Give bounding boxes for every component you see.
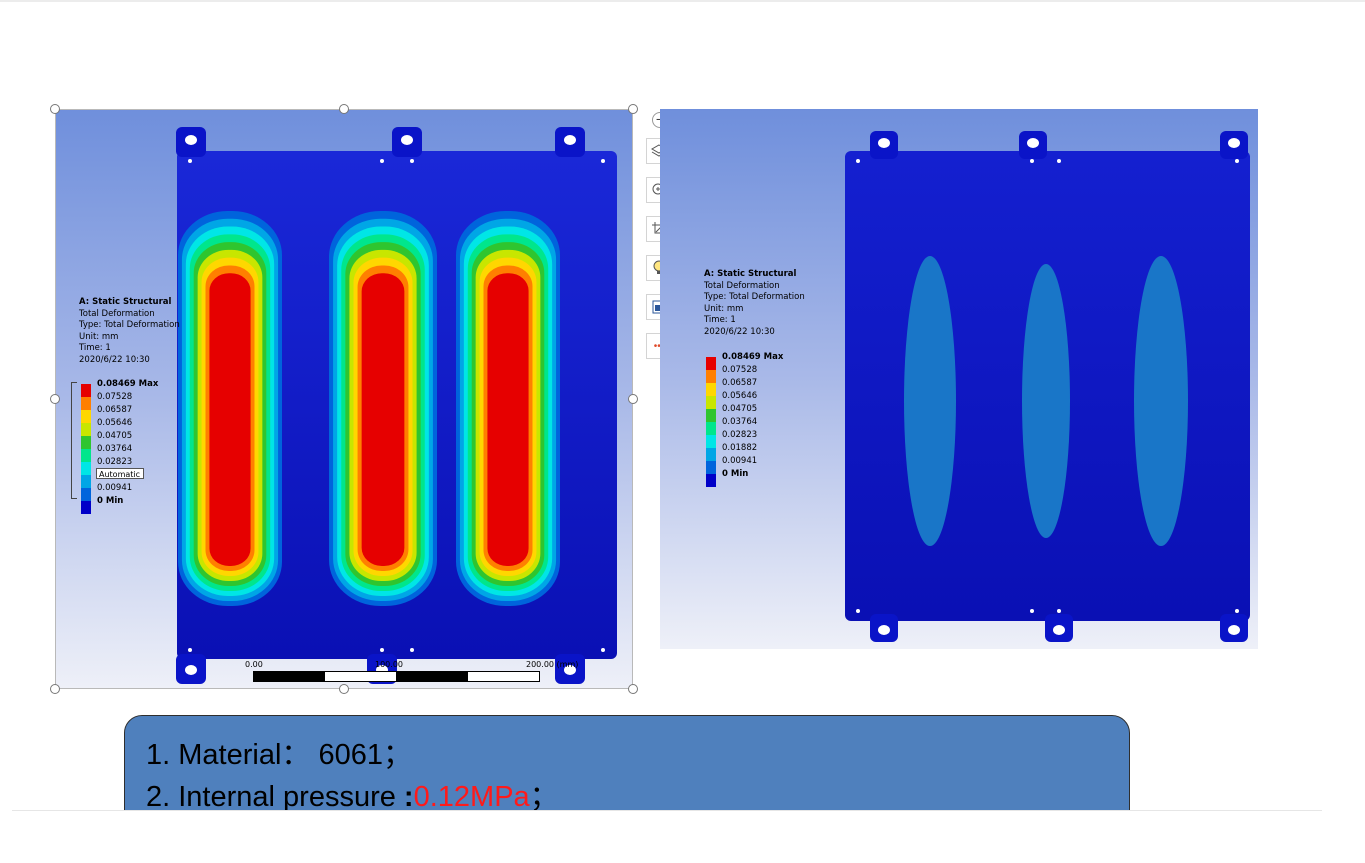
scale-swatch: [706, 396, 716, 409]
scale-label: 0.00941: [97, 483, 133, 493]
deformation-contour-image[interactable]: A: Static Structural Total Deformation T…: [55, 109, 633, 689]
scale-swatch: [706, 461, 716, 474]
contour-band: [361, 273, 405, 566]
scale-swatch: [81, 384, 91, 397]
legend-line: Total Deformation: [79, 308, 155, 319]
scale-label: 0.04705: [97, 431, 133, 441]
legend-line: Total Deformation: [704, 280, 780, 291]
scale-label: 0 Min: [722, 469, 749, 479]
note-pressure-label: 2. Internal pressure: [146, 781, 404, 813]
note-pressure: 2. Internal pressure :0.12MPa；: [146, 773, 559, 815]
legend-text: A: Static Structural Total Deformation T…: [704, 269, 805, 338]
scale-label: 0.06587: [722, 378, 758, 388]
scale-label: 0.08469 Max: [722, 352, 784, 362]
scale-swatch: [81, 475, 91, 488]
scale-label: 0.04705: [722, 404, 758, 414]
resize-handle[interactable]: [339, 104, 349, 114]
scale-label: 0.07528: [97, 392, 133, 402]
ruler-black-segment: [254, 672, 325, 681]
note-material-label: 1. Material: [146, 739, 282, 771]
scale-label: 0.03764: [97, 444, 133, 454]
scale-label: 0.05646: [97, 418, 133, 428]
ruler-black-segment: [396, 672, 468, 681]
legend-text: A: Static Structural Total Deformation T…: [79, 297, 180, 366]
scale-bracket: [71, 382, 77, 499]
legend-line: 2020/6/22 10:30: [704, 326, 775, 337]
scale-swatch: [706, 422, 716, 435]
scale-swatch: [706, 474, 716, 487]
legend-line: Type: Total Deformation: [79, 320, 180, 330]
scale-swatch: [81, 488, 91, 501]
scale-label: 0.02823: [722, 430, 758, 440]
legend-title: A: Static Structural: [79, 297, 172, 307]
scale-swatch: [706, 448, 716, 461]
page-bottom-border: [12, 810, 1322, 811]
note-pressure-value: 0.12MPa: [413, 781, 530, 813]
legend-line: Type: Total Deformation: [704, 292, 805, 302]
resize-handle[interactable]: [50, 104, 60, 114]
pocket-contours: [178, 211, 560, 606]
scale-swatch: [81, 423, 91, 436]
scale-label: 0.00941: [722, 456, 758, 466]
scale-label: 0.02823: [97, 457, 133, 467]
resize-handle[interactable]: [50, 394, 60, 404]
page-bottom-area: [0, 811, 1365, 863]
note-end: ；: [382, 739, 412, 771]
scale-swatch: [706, 435, 716, 448]
deformation-shaded-image[interactable]: A: Static Structural Total Deformation T…: [660, 109, 1258, 649]
scale-ruler: [253, 671, 540, 682]
note-end: ；: [529, 781, 559, 813]
scale-swatch: [81, 410, 91, 423]
legend-line: Time: 1: [79, 343, 111, 353]
resize-handle[interactable]: [628, 104, 638, 114]
scale-label: 0.07528: [722, 365, 758, 375]
resize-handle[interactable]: [628, 684, 638, 694]
legend-line: Unit: mm: [704, 303, 744, 314]
resize-handle[interactable]: [339, 684, 349, 694]
scale-swatch: [706, 370, 716, 383]
scale-swatch: [706, 409, 716, 422]
contour-band: [209, 273, 251, 566]
ruler-end-label: 200.00 (mm): [526, 660, 579, 669]
resize-handle[interactable]: [50, 684, 60, 694]
legend-line: Unit: mm: [79, 331, 119, 342]
scale-label: 0.05646: [722, 391, 758, 401]
legend-line: 2020/6/22 10:30: [79, 354, 150, 365]
ruler-mid-label: 100.00: [375, 660, 403, 669]
scale-swatch: [706, 383, 716, 396]
scale-label: 0.06587: [97, 405, 133, 415]
scale-swatch: [81, 436, 91, 449]
scale-label: 0 Min: [97, 496, 124, 506]
scale-label: 0.08469 Max: [97, 379, 159, 389]
page-top-border: [0, 0, 1365, 2]
scale-swatch: [706, 357, 716, 370]
note-sep: ：: [281, 739, 311, 771]
note-material-value: 6061: [318, 739, 383, 771]
scale-swatch: [81, 501, 91, 514]
contour-band: [487, 273, 529, 566]
legend-title: A: Static Structural: [704, 269, 797, 279]
note-material: 1. Material： 6061；: [146, 731, 412, 773]
scale-label: 0.03764: [722, 417, 758, 427]
ruler-start-label: 0.00: [245, 660, 263, 669]
note-sep: :: [403, 781, 414, 813]
contour-plot-svg: [176, 127, 617, 684]
legend-line: Time: 1: [704, 315, 736, 325]
scale-swatch: [81, 462, 91, 475]
scale-swatch: [81, 449, 91, 462]
automatic-scale-label[interactable]: Automatic: [96, 468, 144, 479]
scale-label: 0.01882: [722, 443, 758, 453]
scale-swatch: [81, 397, 91, 410]
resize-handle[interactable]: [628, 394, 638, 404]
